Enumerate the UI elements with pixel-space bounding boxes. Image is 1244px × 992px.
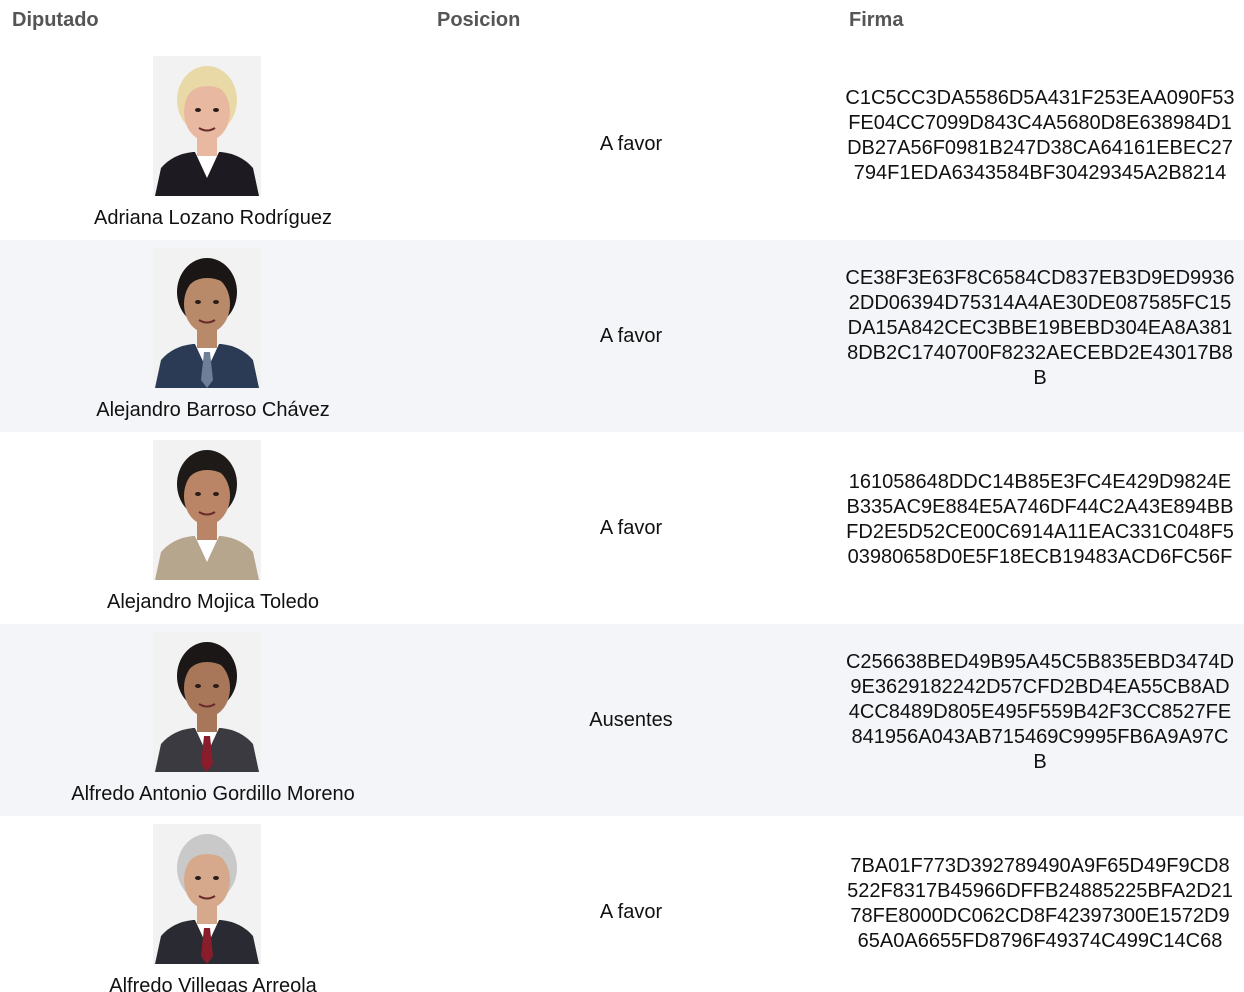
table-row: Alfredo Villegas Arreola A favor 7BA01F7… xyxy=(0,816,1244,992)
position-value: Ausentes xyxy=(589,708,673,731)
firma-value: C1C5CC3DA5586D5A431F253EAA090F53FE04CC70… xyxy=(845,87,1235,184)
votes-table: Diputado Posicion Firma Adriana Lozano R… xyxy=(0,0,1244,992)
diputado-cell: Alfredo Villegas Arreola xyxy=(0,816,426,992)
diputado-cell: Alfredo Antonio Gordillo Moreno xyxy=(0,624,426,816)
deputy-photo xyxy=(153,440,261,580)
firma-cell: CE38F3E63F8C6584CD837EB3D9ED99362DD06394… xyxy=(842,240,1238,432)
position-cell: A favor xyxy=(426,48,836,240)
firma-cell: 161058648DDC14B85E3FC4E429D9824EB335AC9E… xyxy=(842,432,1238,624)
position-value: A favor xyxy=(599,324,663,347)
position-cell: A favor xyxy=(426,816,836,992)
header-posicion: Posicion xyxy=(437,9,521,31)
position-cell: A favor xyxy=(426,432,836,624)
position-cell: A favor xyxy=(426,240,836,432)
position-value: A favor xyxy=(599,900,663,923)
firma-value: 161058648DDC14B85E3FC4E429D9824EB335AC9E… xyxy=(846,471,1234,568)
deputy-name: Alejandro Barroso Chávez xyxy=(96,399,330,421)
deputy-name: Adriana Lozano Rodríguez xyxy=(94,207,332,229)
table-row: Adriana Lozano Rodríguez A favor C1C5CC3… xyxy=(0,48,1244,240)
table-row: Alejandro Mojica Toledo A favor 16105864… xyxy=(0,432,1244,624)
diputado-cell: Alejandro Barroso Chávez xyxy=(0,240,426,432)
deputy-name: Alfredo Antonio Gordillo Moreno xyxy=(71,783,355,805)
position-value: A favor xyxy=(599,516,663,539)
deputy-photo xyxy=(153,248,261,388)
deputy-photo xyxy=(153,824,261,964)
table-row: Alejandro Barroso Chávez A favor CE38F3E… xyxy=(0,240,1244,432)
table-header: Diputado Posicion Firma xyxy=(0,0,1244,40)
position-value: A favor xyxy=(599,132,663,155)
table-row: Alfredo Antonio Gordillo Moreno Ausentes… xyxy=(0,624,1244,816)
firma-cell: 7BA01F773D392789490A9F65D49F9CD8522F8317… xyxy=(842,816,1238,992)
firma-value: CE38F3E63F8C6584CD837EB3D9ED99362DD06394… xyxy=(845,266,1235,389)
deputy-photo xyxy=(153,632,261,772)
firma-cell: C1C5CC3DA5586D5A431F253EAA090F53FE04CC70… xyxy=(842,48,1238,240)
deputy-photo xyxy=(153,56,261,196)
header-diputado: Diputado xyxy=(12,9,99,31)
deputy-name: Alejandro Mojica Toledo xyxy=(107,591,319,613)
firma-cell: C256638BED49B95A45C5B835EBD3474D9E362918… xyxy=(842,624,1238,816)
firma-value: C256638BED49B95A45C5B835EBD3474D9E362918… xyxy=(845,650,1235,773)
diputado-cell: Adriana Lozano Rodríguez xyxy=(0,48,426,240)
deputy-name: Alfredo Villegas Arreola xyxy=(109,975,317,992)
header-firma: Firma xyxy=(849,9,904,31)
position-cell: Ausentes xyxy=(426,624,836,816)
firma-value: 7BA01F773D392789490A9F65D49F9CD8522F8317… xyxy=(847,855,1233,952)
diputado-cell: Alejandro Mojica Toledo xyxy=(0,432,426,624)
